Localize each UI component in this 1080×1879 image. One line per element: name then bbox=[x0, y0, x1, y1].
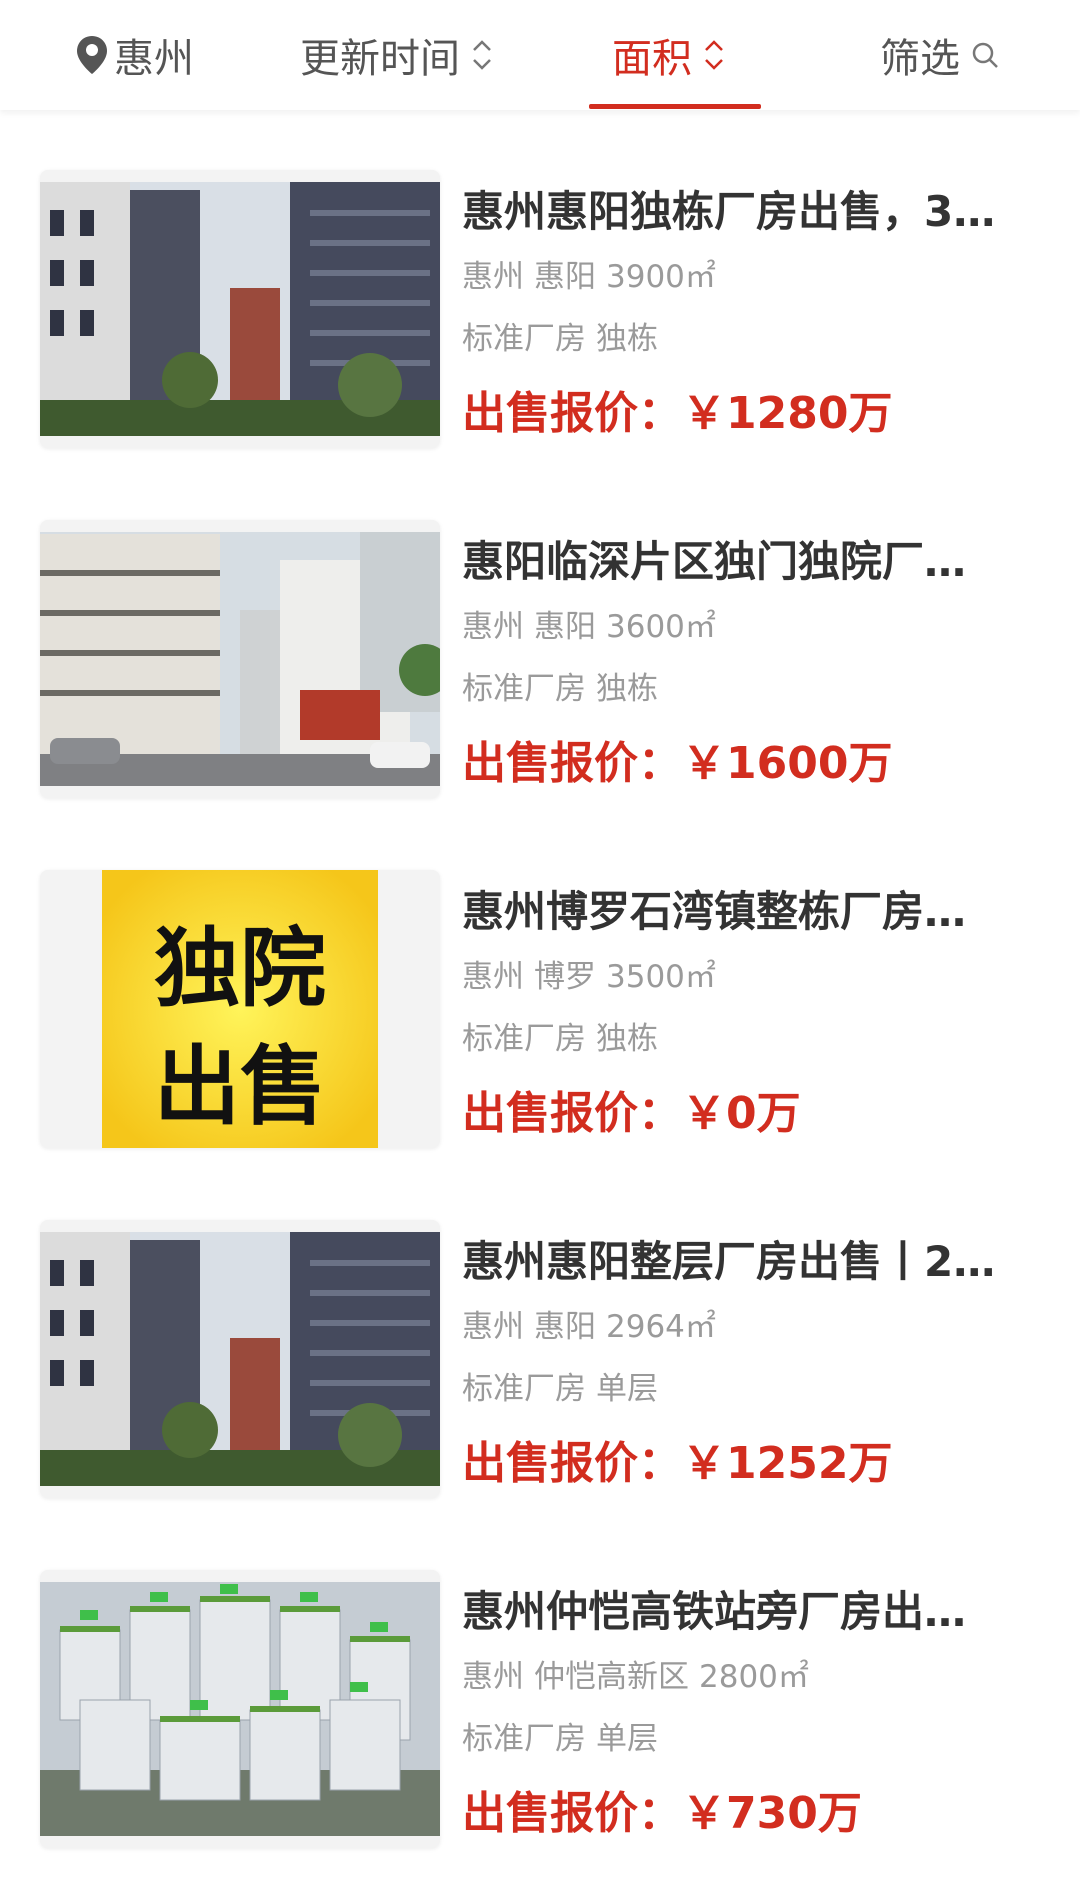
listing-location-area: 惠州 惠阳 2964㎡ bbox=[462, 1302, 1032, 1352]
listing-area: 3900㎡ bbox=[606, 259, 716, 295]
listing-district: 惠阳 bbox=[534, 609, 596, 645]
price-label: 出售报价： bbox=[462, 1438, 682, 1489]
listing-district: 博罗 bbox=[534, 959, 596, 995]
listing-type: 标准厂房 bbox=[462, 671, 586, 707]
filter-label: 筛选 bbox=[880, 36, 960, 82]
listing-info: 惠阳临深片区独门独院厂… 惠州 惠阳 3600㎡ 标准厂房 独栋 出售报价：￥1600… bbox=[462, 534, 1032, 794]
listing-info: 惠州惠阳独栋厂房出售，3… 惠州 惠阳 3900㎡ 标准厂房 独栋 出售报价：￥128… bbox=[462, 184, 1032, 444]
sort-chevrons-icon bbox=[705, 40, 723, 70]
listing-price: 出售报价：￥1252万 bbox=[462, 1434, 1032, 1494]
listing-price: 出售报价：￥1600万 bbox=[462, 734, 1032, 794]
listing-tags: 标准厂房 独栋 bbox=[462, 1014, 1032, 1064]
listing-location-area: 惠州 惠阳 3600㎡ bbox=[462, 602, 1032, 652]
sort-by-area[interactable]: 面积 bbox=[612, 0, 726, 110]
listing-image bbox=[40, 170, 440, 448]
listing-area: 2800㎡ bbox=[699, 1659, 809, 1695]
sort-by-update-time[interactable]: 更新时间 bbox=[300, 0, 494, 110]
page: 惠州 更新时间 面积 筛选 惠州惠阳独栋厂房出售，3… 惠州 惠阳 3900㎡ … bbox=[0, 0, 1080, 1879]
aerial-rendering bbox=[40, 1570, 440, 1848]
listing-card[interactable]: 惠州仲恺高铁站旁厂房出… 惠州 仲恺高新区 2800㎡ 标准厂房 单层 出售报价：￥7… bbox=[0, 1570, 1080, 1879]
sort-update-label: 更新时间 bbox=[300, 36, 460, 82]
price-value: ￥730万 bbox=[682, 1788, 862, 1839]
listing-structure: 独栋 bbox=[596, 1021, 658, 1057]
city-selector[interactable]: 惠州 bbox=[74, 0, 194, 110]
price-label: 出售报价： bbox=[462, 738, 682, 789]
listing-title[interactable]: 惠州仲恺高铁站旁厂房出… bbox=[462, 1584, 1032, 1640]
active-tab-indicator bbox=[589, 104, 761, 109]
listing-info: 惠州仲恺高铁站旁厂房出… 惠州 仲恺高新区 2800㎡ 标准厂房 单层 出售报价：￥7… bbox=[462, 1584, 1032, 1844]
listing-type: 标准厂房 bbox=[462, 1371, 586, 1407]
location-pin-icon bbox=[77, 36, 107, 74]
listing-image bbox=[40, 1570, 440, 1848]
price-label: 出售报价： bbox=[462, 1788, 682, 1839]
listing-city: 惠州 bbox=[462, 1309, 524, 1345]
price-value: ￥1252万 bbox=[682, 1438, 893, 1489]
listing-card[interactable]: 惠阳临深片区独门独院厂… 惠州 惠阳 3600㎡ 标准厂房 独栋 出售报价：￥1600… bbox=[0, 520, 1080, 870]
listing-district: 惠阳 bbox=[534, 259, 596, 295]
sign-line-2: 出售 bbox=[154, 1037, 326, 1137]
listing-structure: 单层 bbox=[596, 1371, 658, 1407]
listing-type: 标准厂房 bbox=[462, 1721, 586, 1757]
listing-location-area: 惠州 仲恺高新区 2800㎡ bbox=[462, 1652, 1032, 1702]
building-photo bbox=[40, 1220, 440, 1498]
listing-image bbox=[40, 520, 440, 798]
sale-sign: 独院 出售 bbox=[40, 870, 440, 1148]
price-value: ￥1600万 bbox=[682, 738, 893, 789]
listing-type: 标准厂房 bbox=[462, 321, 586, 357]
listing-city: 惠州 bbox=[462, 959, 524, 995]
listing-type: 标准厂房 bbox=[462, 1021, 586, 1057]
filter-bar: 惠州 更新时间 面积 筛选 bbox=[0, 0, 1080, 110]
price-value: ￥1280万 bbox=[682, 388, 893, 439]
price-label: 出售报价： bbox=[462, 388, 682, 439]
listing-tags: 标准厂房 独栋 bbox=[462, 664, 1032, 714]
listing-price: 出售报价：￥730万 bbox=[462, 1784, 1032, 1844]
listing-area: 3500㎡ bbox=[606, 959, 716, 995]
listing-district: 惠阳 bbox=[534, 1309, 596, 1345]
listing-card[interactable]: 惠州惠阳独栋厂房出售，3… 惠州 惠阳 3900㎡ 标准厂房 独栋 出售报价：￥128… bbox=[0, 170, 1080, 520]
building-photo bbox=[40, 170, 440, 448]
sign-line-1: 独院 bbox=[154, 919, 326, 1019]
listing-area: 2964㎡ bbox=[606, 1309, 716, 1345]
search-icon bbox=[972, 42, 998, 68]
listing-city: 惠州 bbox=[462, 1659, 524, 1695]
listing-tags: 标准厂房 独栋 bbox=[462, 314, 1032, 364]
price-label: 出售报价： bbox=[462, 1088, 682, 1139]
listing-location-area: 惠州 博罗 3500㎡ bbox=[462, 952, 1032, 1002]
price-value: ￥0万 bbox=[682, 1088, 801, 1139]
listing-structure: 独栋 bbox=[596, 321, 658, 357]
listing-price: 出售报价：￥1280万 bbox=[462, 384, 1032, 444]
listing-card[interactable]: 惠州惠阳整层厂房出售丨2… 惠州 惠阳 2964㎡ 标准厂房 单层 出售报价：￥125… bbox=[0, 1220, 1080, 1570]
listing-title[interactable]: 惠州惠阳独栋厂房出售，3… bbox=[462, 184, 1032, 240]
sort-area-label: 面积 bbox=[612, 36, 692, 82]
listing-title[interactable]: 惠州博罗石湾镇整栋厂房… bbox=[462, 884, 1032, 940]
city-label: 惠州 bbox=[114, 36, 194, 82]
listing-image: 独院 出售 bbox=[40, 870, 440, 1148]
listing-area: 3600㎡ bbox=[606, 609, 716, 645]
listing-title[interactable]: 惠阳临深片区独门独院厂… bbox=[462, 534, 1032, 590]
sort-chevrons-icon bbox=[473, 40, 491, 70]
listing-structure: 独栋 bbox=[596, 671, 658, 707]
listing-info: 惠州惠阳整层厂房出售丨2… 惠州 惠阳 2964㎡ 标准厂房 单层 出售报价：￥125… bbox=[462, 1234, 1032, 1494]
listing-tags: 标准厂房 单层 bbox=[462, 1364, 1032, 1414]
listing-list: 惠州惠阳独栋厂房出售，3… 惠州 惠阳 3900㎡ 标准厂房 独栋 出售报价：￥128… bbox=[0, 170, 1080, 1879]
listing-card[interactable]: 独院 出售 惠州博罗石湾镇整栋厂房… 惠州 博罗 3500㎡ 标准厂房 独栋 出售报价… bbox=[0, 870, 1080, 1220]
listing-price: 出售报价：￥0万 bbox=[462, 1084, 1032, 1144]
listing-structure: 单层 bbox=[596, 1721, 658, 1757]
filter-button[interactable]: 筛选 bbox=[880, 0, 1000, 110]
listing-tags: 标准厂房 单层 bbox=[462, 1714, 1032, 1764]
listing-location-area: 惠州 惠阳 3900㎡ bbox=[462, 252, 1032, 302]
listing-city: 惠州 bbox=[462, 259, 524, 295]
listing-info: 惠州博罗石湾镇整栋厂房… 惠州 博罗 3500㎡ 标准厂房 独栋 出售报价：￥0万 bbox=[462, 884, 1032, 1144]
factory-yard-photo bbox=[40, 520, 440, 798]
listing-city: 惠州 bbox=[462, 609, 524, 645]
listing-title[interactable]: 惠州惠阳整层厂房出售丨2… bbox=[462, 1234, 1032, 1290]
listing-district: 仲恺高新区 bbox=[534, 1659, 689, 1695]
listing-image bbox=[40, 1220, 440, 1498]
